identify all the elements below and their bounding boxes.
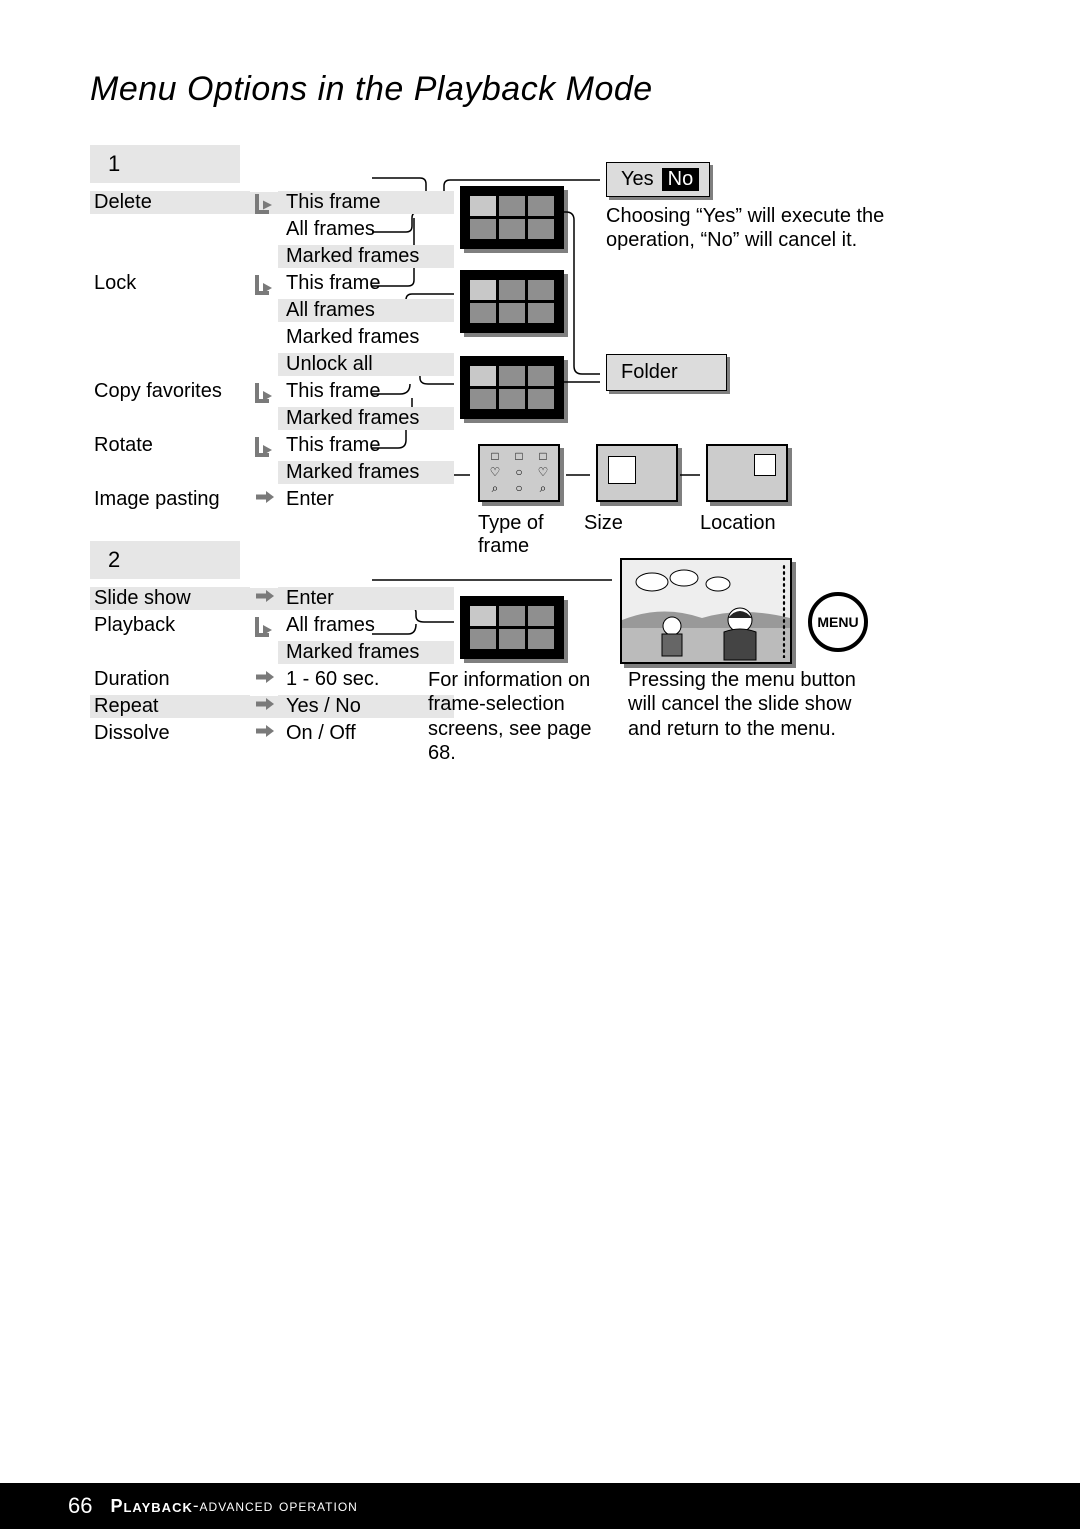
option: All frames [286,614,375,637]
menu-item-copy-favorites: Copy favorites [94,380,222,403]
menu-item-duration: Duration [94,668,170,691]
menu-item-image-pasting: Image pasting [94,488,220,511]
slide-show-preview-icon [620,558,792,664]
menu-item-repeat: Repeat [94,695,159,718]
option: Yes / No [286,695,361,718]
option: This frame [286,272,380,295]
frame-selection-info: For information on frame-selection scree… [428,668,618,766]
arrow-icon [254,696,274,718]
option: Marked frames [286,641,419,664]
page-footer: 66 Playback - advanced operation [0,1483,1080,1529]
arrow-icon [254,381,274,403]
option: Enter [286,488,334,511]
menu-item-rotate: Rotate [94,434,153,457]
frame-type-screen-icon: □□□ ♡○♡ ⌕○⌕ [478,444,560,502]
page-number: 66 [0,1493,110,1519]
frame-selection-screen-icon [460,356,564,419]
option: All frames [286,218,375,241]
frame-selection-screen-icon [460,270,564,333]
menu-button-caption: Pressing the menu button will cancel the… [628,668,880,741]
section-number: 1 [108,151,120,177]
yes-no-caption: Choosing “Yes” will execute the operatio… [606,204,896,253]
option: Marked frames [286,407,419,430]
option: Unlock all [286,353,373,376]
size-screen-icon [596,444,678,502]
menu-item-dissolve: Dissolve [94,722,170,745]
arrow-icon [254,723,274,745]
option: On / Off [286,722,356,745]
option: Marked frames [286,326,419,349]
footer-subsection: advanced operation [200,1496,358,1516]
section-badge-2: 2 [90,541,240,579]
menu-item-delete: Delete [94,191,152,214]
arrow-icon [254,588,274,610]
menu-button-label: MENU [817,614,858,630]
section-badge-1: 1 [90,145,240,183]
menu-item-playback: Playback [94,614,175,637]
frame-selection-screen-icon [460,186,564,249]
option: 1 - 60 sec. [286,668,379,691]
folder-label: Folder [621,361,678,383]
option: Marked frames [286,461,419,484]
arrow-icon [254,192,274,214]
option: All frames [286,299,375,322]
footer-separator: - [193,1496,200,1516]
yes-no-prompt: Yes No [606,162,710,197]
location-screen-icon [706,444,788,502]
arrow-icon [254,489,274,511]
frame-selection-screen-icon [460,596,564,659]
option: Marked frames [286,245,419,268]
no-option-selected: No [662,168,700,191]
page-title: Menu Options in the Playback Mode [90,70,990,109]
menu-item-slide-show: Slide show [94,587,191,610]
arrow-icon [254,435,274,457]
arrow-icon [254,273,274,295]
folder-prompt: Folder [606,354,727,391]
menu-button-icon: MENU [808,592,868,652]
footer-section: Playback [110,1496,192,1517]
option: This frame [286,380,380,403]
yes-option: Yes [621,168,654,191]
arrow-icon [254,615,274,637]
option: This frame [286,434,380,457]
type-of-frame-label: Type of frame [478,512,568,558]
option: This frame [286,191,380,214]
location-label: Location [700,512,776,535]
option: Enter [286,587,334,610]
size-label: Size [584,512,623,535]
menu-item-lock: Lock [94,272,136,295]
arrow-icon [254,669,274,691]
section-number: 2 [108,547,120,573]
